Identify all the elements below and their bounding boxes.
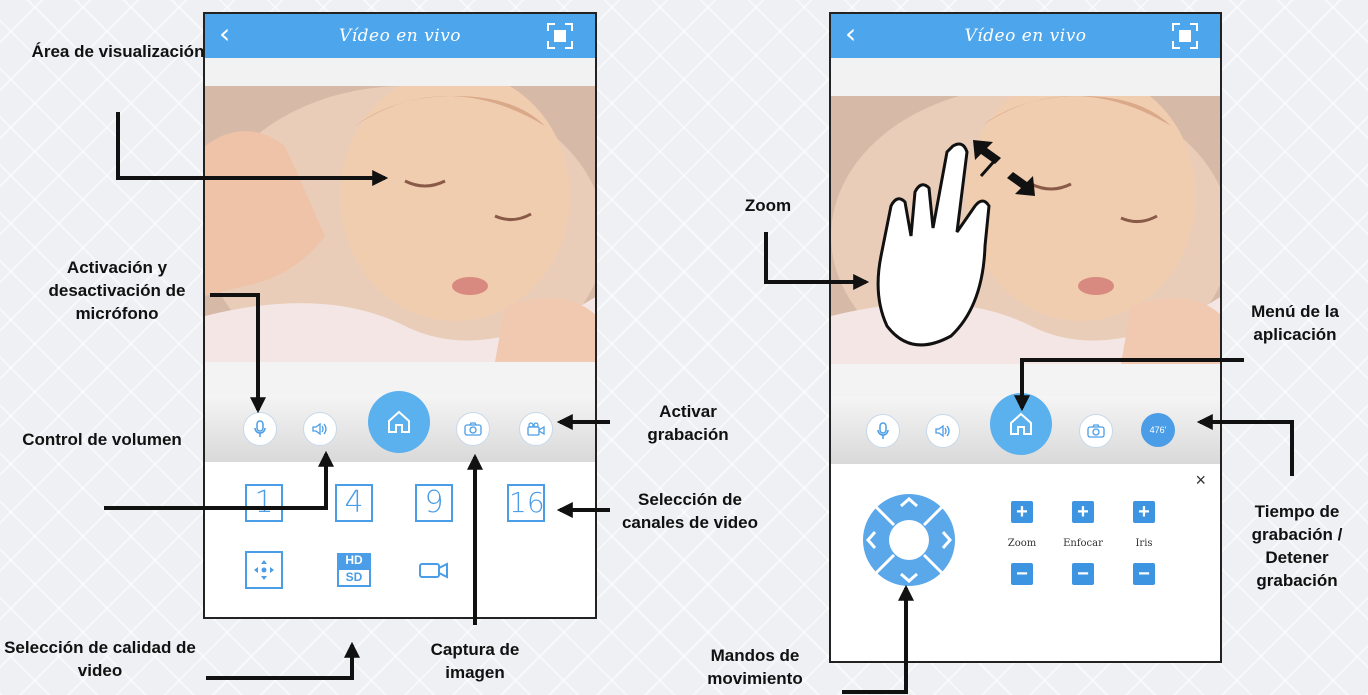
sub-bar [205,58,595,86]
focus-in-button[interactable]: + [1072,501,1094,523]
channel-16-button[interactable]: 16 [507,484,545,522]
channel-4-button[interactable]: 4 [335,484,373,522]
camera-icon [464,422,482,436]
fullscreen-icon[interactable] [547,23,573,49]
sub-bar [831,58,1220,96]
page-title: Vídeo en vivo [964,26,1087,46]
control-bar [205,391,595,462]
annotation-record-time: Tiempo de grabación / Detener grabación [1251,502,1343,590]
speaker-icon [312,422,327,436]
record-list-button[interactable] [415,551,453,589]
control-bar: 476' [831,393,1220,464]
annotation-channels: Selección de canales de video [621,490,759,532]
camcorder-icon [419,562,448,579]
live-video-view[interactable] [831,96,1220,364]
home-menu-button[interactable] [368,391,430,453]
app-header: ‹ Vídeo en vivo [831,14,1220,58]
capture-button[interactable] [1079,414,1113,448]
home-icon [1010,412,1032,435]
volume-button[interactable] [926,414,960,448]
app-header: ‹ Vídeo en vivo [205,14,595,58]
annotation-quality: Selección de calidad de video [4,638,196,680]
home-menu-button[interactable] [990,393,1052,455]
focus-label: Enfocar [1063,538,1103,549]
annotation-menu: Menú de la aplicación [1251,302,1339,344]
ptz-toggle-button[interactable] [245,551,283,589]
spacer [831,364,1220,396]
annotation-ptz: Mandos de movimiento [707,646,803,688]
page-title: Vídeo en vivo [338,26,462,46]
annotation-record: Activar grabación [647,402,729,444]
zoom-out-button[interactable]: − [1011,563,1033,585]
phone-screen-right: ‹ Vídeo en vivo 476' × + + + Zoom Enfoca… [829,12,1222,663]
video-camera-icon [527,422,545,436]
channel-1-button[interactable]: 1 [245,484,283,522]
video-frame [205,86,595,362]
hd-label: HD [337,553,371,568]
volume-button[interactable] [303,412,337,446]
iris-in-button[interactable]: + [1133,501,1155,523]
quality-toggle-button[interactable]: HD SD [335,551,373,589]
zoom-in-button[interactable]: + [1011,501,1033,523]
annotation-zoom: Zoom [744,196,792,215]
sd-label: SD [337,568,371,587]
microphone-button[interactable] [866,414,900,448]
live-video-view[interactable] [205,86,595,362]
spacer [205,362,595,394]
ptz-panel: × + + + Zoom Enfocar Iris − − − [831,464,1220,661]
annotation-display-area: Área de visualización [31,42,205,61]
microphone-icon [877,422,889,439]
home-icon [388,410,410,433]
iris-out-button[interactable]: − [1133,563,1155,585]
annotation-volume: Control de volumen [22,430,182,449]
annotation-microphone: Activación y desactivación de micrófono [48,258,186,323]
camera-icon [1087,424,1105,438]
zoom-arrows-icon [973,140,1035,196]
direction-pad[interactable] [861,492,957,588]
record-timer-button[interactable]: 476' [1141,413,1175,447]
microphone-icon [254,420,266,437]
channel-9-button[interactable]: 9 [415,484,453,522]
record-button[interactable] [519,412,553,446]
annotation-capture: Captura de imagen [430,640,520,682]
focus-out-button[interactable]: − [1072,563,1094,585]
microphone-button[interactable] [243,412,277,446]
close-icon[interactable]: × [1195,470,1206,491]
speaker-icon [935,424,950,438]
iris-label: Iris [1135,538,1153,549]
capture-button[interactable] [456,412,490,446]
channel-grid: 1 4 9 16 HD SD [205,462,595,617]
zoom-label: Zoom [1007,538,1037,549]
move-arrows-icon [254,560,274,580]
fullscreen-icon[interactable] [1172,23,1198,49]
phone-screen-left: ‹ Vídeo en vivo 1 4 9 16 HD SD [203,12,597,619]
